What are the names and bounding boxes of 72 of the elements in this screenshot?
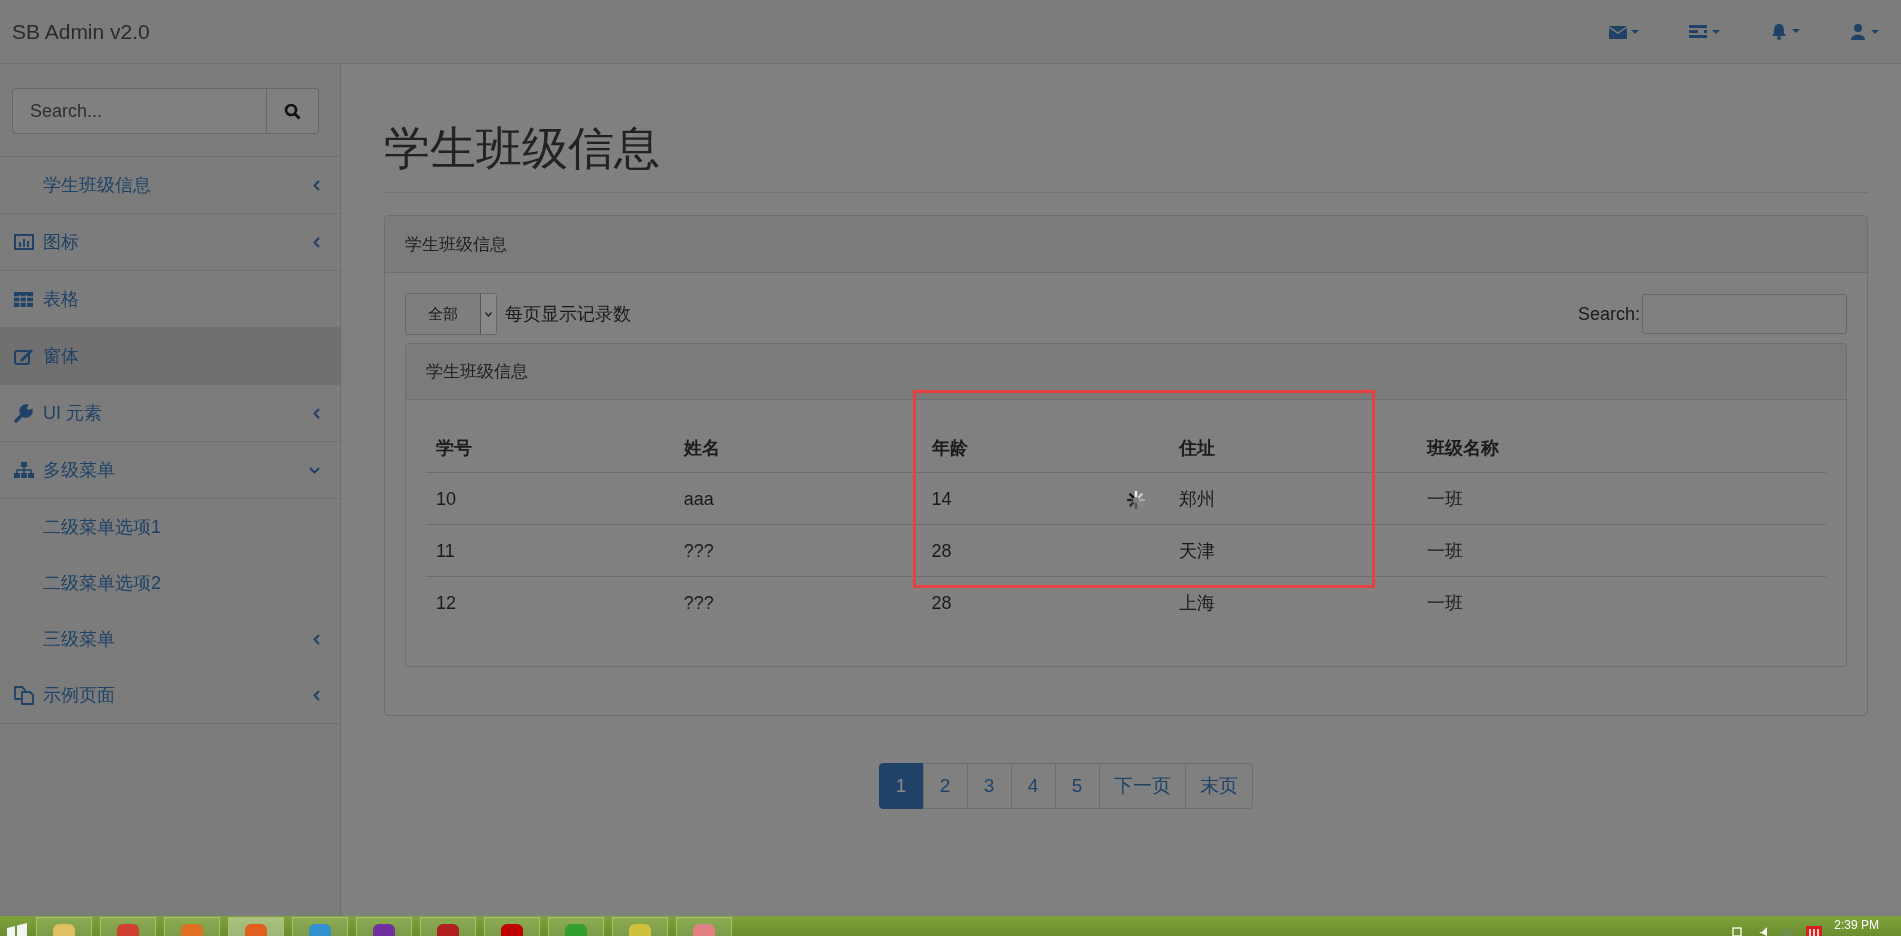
bar-chart-icon <box>14 234 34 250</box>
table-cell: 一班 <box>1427 541 1464 561</box>
loading-spinner-icon <box>1126 490 1146 510</box>
page-link[interactable]: 3 <box>966 763 1012 809</box>
page-link[interactable]: 末页 <box>1184 763 1253 809</box>
taskbar-clock[interactable]: 2:39 PM <box>1834 918 1879 932</box>
sidebar-item[interactable]: UI 元素 <box>0 385 340 442</box>
column-header: 姓名 <box>683 437 720 458</box>
table-cell: 10 <box>436 488 457 509</box>
taskbar-app-icon[interactable] <box>612 917 668 936</box>
page-link[interactable]: 1 <box>878 763 924 809</box>
envelope-icon[interactable] <box>1609 23 1639 40</box>
page-link[interactable]: 下一页 <box>1098 763 1186 809</box>
page-length-label: 每页显示记录数 <box>505 303 631 326</box>
sitemap-icon <box>14 462 34 478</box>
bell-icon[interactable] <box>1771 23 1801 40</box>
sidebar-item[interactable]: 示例页面 <box>0 667 340 724</box>
sidebar-item[interactable]: 窗体 <box>0 328 340 385</box>
taskbar-app-icon[interactable] <box>548 917 604 936</box>
column-header: 年龄 <box>931 437 968 458</box>
page-length-select[interactable]: 全部 <box>405 293 497 335</box>
page-link[interactable]: 5 <box>1054 763 1100 809</box>
table-panel-title: 学生班级信息 <box>426 361 528 383</box>
sidebar-item[interactable]: 图标 <box>0 214 340 271</box>
column-header: 班级名称 <box>1427 437 1500 458</box>
tasks-icon[interactable] <box>1689 23 1721 40</box>
page-link[interactable]: 2 <box>922 763 968 809</box>
table-cell: 一班 <box>1427 489 1464 509</box>
user-icon[interactable] <box>1851 23 1881 40</box>
ime-icon[interactable] <box>1806 926 1823 936</box>
taskbar-app-icon[interactable] <box>36 917 92 936</box>
table-cell: 上海 <box>1179 593 1216 613</box>
table-icon <box>14 291 33 307</box>
caret-icon <box>485 311 492 317</box>
column-header: 学号 <box>436 437 472 458</box>
page-link[interactable]: 4 <box>1010 763 1056 809</box>
taskbar-app-icon[interactable] <box>228 917 284 936</box>
table-cell: 12 <box>436 592 457 613</box>
taskbar-app-icon[interactable] <box>420 917 476 936</box>
table-cell: 天津 <box>1179 541 1216 561</box>
table-cell: aaa <box>683 488 714 509</box>
search-label: Search: <box>1577 303 1640 325</box>
taskbar-app-icon[interactable] <box>356 917 412 936</box>
column-header: 住址 <box>1179 437 1216 458</box>
sidebar-item[interactable]: 学生班级信息 <box>0 157 340 214</box>
table-cell: 28 <box>931 540 952 561</box>
table-cell: 14 <box>931 488 952 509</box>
search-field[interactable]: Search... <box>12 88 267 134</box>
table-cell: 11 <box>436 540 455 561</box>
sidebar-subitem[interactable]: 二级菜单选项1 <box>0 499 340 555</box>
table-cell: ??? <box>683 592 714 613</box>
windows-start-icon[interactable] <box>6 922 28 936</box>
sidebar-item[interactable]: 多级菜单 <box>0 442 340 499</box>
taskbar-app-icon[interactable] <box>100 917 156 936</box>
taskbar-app-icon[interactable] <box>484 917 540 936</box>
copy-icon <box>14 685 34 705</box>
taskbar-app-icon[interactable] <box>292 917 348 936</box>
panel-title: 学生班级信息 <box>405 233 507 256</box>
sidebar-subitem[interactable]: 三级菜单 <box>0 611 340 667</box>
table-cell: 28 <box>931 592 952 613</box>
search-icon <box>284 102 301 120</box>
table-cell: ??? <box>683 540 714 561</box>
table-cell: 一班 <box>1427 593 1464 613</box>
search-button[interactable] <box>267 88 319 134</box>
wrench-icon <box>14 403 33 423</box>
page-title: 学生班级信息 <box>384 118 1868 193</box>
table-search-field[interactable] <box>1642 294 1847 334</box>
table-cell: 郑州 <box>1179 489 1216 509</box>
brand-title[interactable]: SB Admin v2.0 <box>12 19 150 44</box>
edit-icon <box>14 347 34 365</box>
sidebar-subitem[interactable]: 二级菜单选项2 <box>0 555 340 611</box>
speaker-icon[interactable] <box>1758 926 1769 936</box>
